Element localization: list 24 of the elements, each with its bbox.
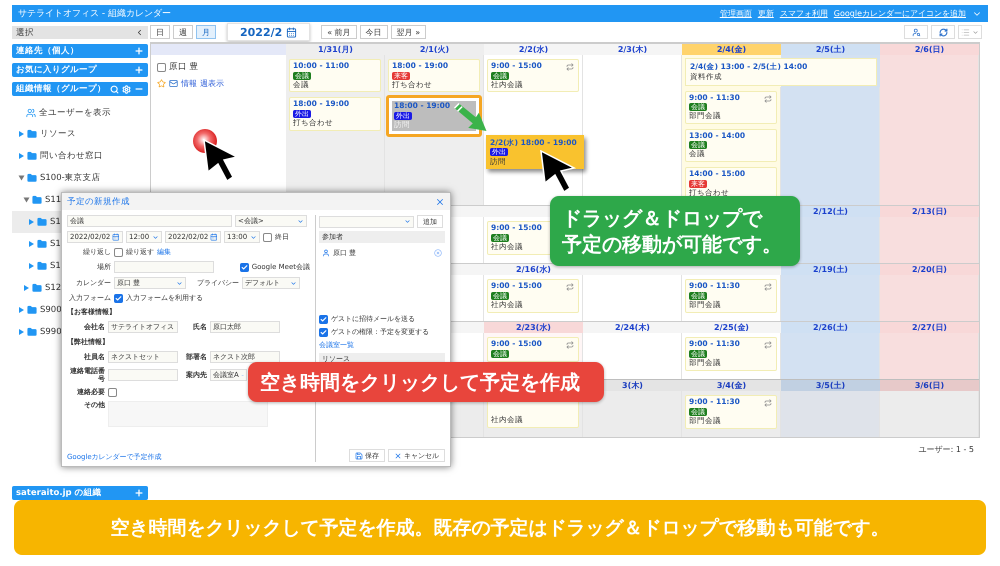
- app-title: サテライトオフィス - 組織カレンダー: [18, 8, 171, 20]
- user-name: 原口 豊: [169, 61, 199, 73]
- day-header: 2/27(日): [880, 322, 979, 334]
- day-header: 2/13(日): [880, 206, 979, 218]
- day-header: 2/23(水): [484, 322, 583, 334]
- day-header: 3/6(日): [880, 380, 979, 392]
- day-header: 2/20(日): [880, 264, 979, 276]
- day-header: 2/26(土): [781, 322, 880, 334]
- day-header: 2/2(水): [484, 44, 583, 55]
- day-header: 2/1(火): [385, 44, 484, 55]
- caption-banner: 空き時間をクリックして予定を作成。既存の予定はドラッグ＆ドロップで移動も可能です。: [14, 500, 986, 555]
- day-header: 2/3(木): [583, 44, 682, 55]
- day-header: 2/24(木): [583, 322, 682, 334]
- day-header: 2/6(日): [880, 44, 979, 55]
- day-header: 2/5(土): [781, 44, 880, 55]
- user-count: ユーザー: 1 - 5: [918, 445, 974, 454]
- dialog-title: 予定の新規作成: [67, 196, 130, 208]
- day-header: 3/5(土): [781, 380, 880, 392]
- day-header: 3/4(金): [682, 380, 781, 392]
- day-header: 2/19(土): [781, 264, 880, 276]
- day-header: 2/25(金): [682, 322, 781, 334]
- day-header: 2/4(金): [682, 44, 781, 55]
- day-header: 2/16(水): [484, 264, 583, 276]
- day-header: 1/31(月): [286, 44, 385, 55]
